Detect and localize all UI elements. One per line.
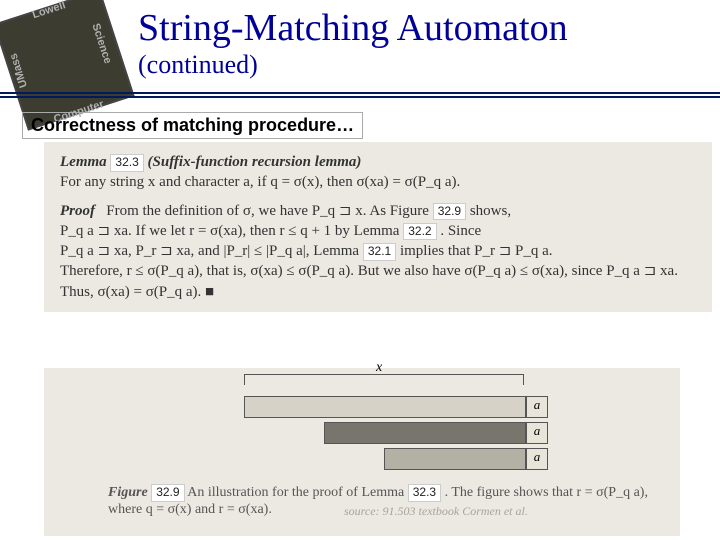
section-heading: Correctness of matching procedure… [22, 112, 363, 139]
source-line: source: 91.503 textbook Cormen et al. [344, 504, 528, 519]
proof-text: Therefore, r ≤ σ(P_q a), that is, σ(xa) … [60, 261, 696, 302]
figure-block: x a a a Figure 32.9 An illustration for … [44, 368, 680, 536]
rule [0, 96, 720, 98]
rule [0, 92, 720, 94]
lemma-block: Lemma 32.3 (Suffix-function recursion le… [44, 142, 712, 312]
lemma-ref-note: 32.3 [408, 484, 441, 502]
proof-text: implies that P_r ⊐ P_q a. [400, 243, 553, 259]
figure-bar [384, 448, 526, 470]
lemma-number-note: 32.3 [110, 154, 143, 172]
proof-text: P_q a ⊐ xa. If we let r = σ(xa), then r … [60, 223, 399, 239]
figure-bar [244, 396, 526, 418]
proof-text: P_q a ⊐ xa, P_r ⊐ xa, and |P_r| ≤ |P_q a… [60, 243, 359, 259]
page-subtitle: (continued) [138, 50, 258, 80]
proof-text: From the definition of σ, we have P_q ⊐ … [106, 203, 429, 219]
caption-text: An illustration for the proof of Lemma [187, 485, 404, 500]
lemma-statement: For any string x and character a, if q =… [60, 172, 696, 192]
figure-a-cell: a [526, 448, 548, 470]
proof-label: Proof [60, 203, 103, 219]
lemma-ref-note: 32.2 [403, 223, 436, 241]
page-title: String-Matching Automaton [138, 6, 568, 50]
brace-icon [244, 374, 524, 385]
proof-text: shows, [470, 203, 511, 219]
figure-a-cell: a [526, 422, 548, 444]
proof-text: . Since [440, 223, 481, 239]
umass-logo: Lowell Science Computer UMass [0, 0, 135, 131]
figure-number-note: 32.9 [151, 484, 184, 502]
figure-ref-note: 32.9 [433, 203, 466, 221]
lemma-label: Lemma [60, 154, 110, 170]
lemma-name: (Suffix-function recursion lemma) [148, 154, 362, 170]
figure-bar [324, 422, 526, 444]
lemma-ref-note: 32.1 [363, 243, 396, 261]
figure-a-cell: a [526, 396, 548, 418]
